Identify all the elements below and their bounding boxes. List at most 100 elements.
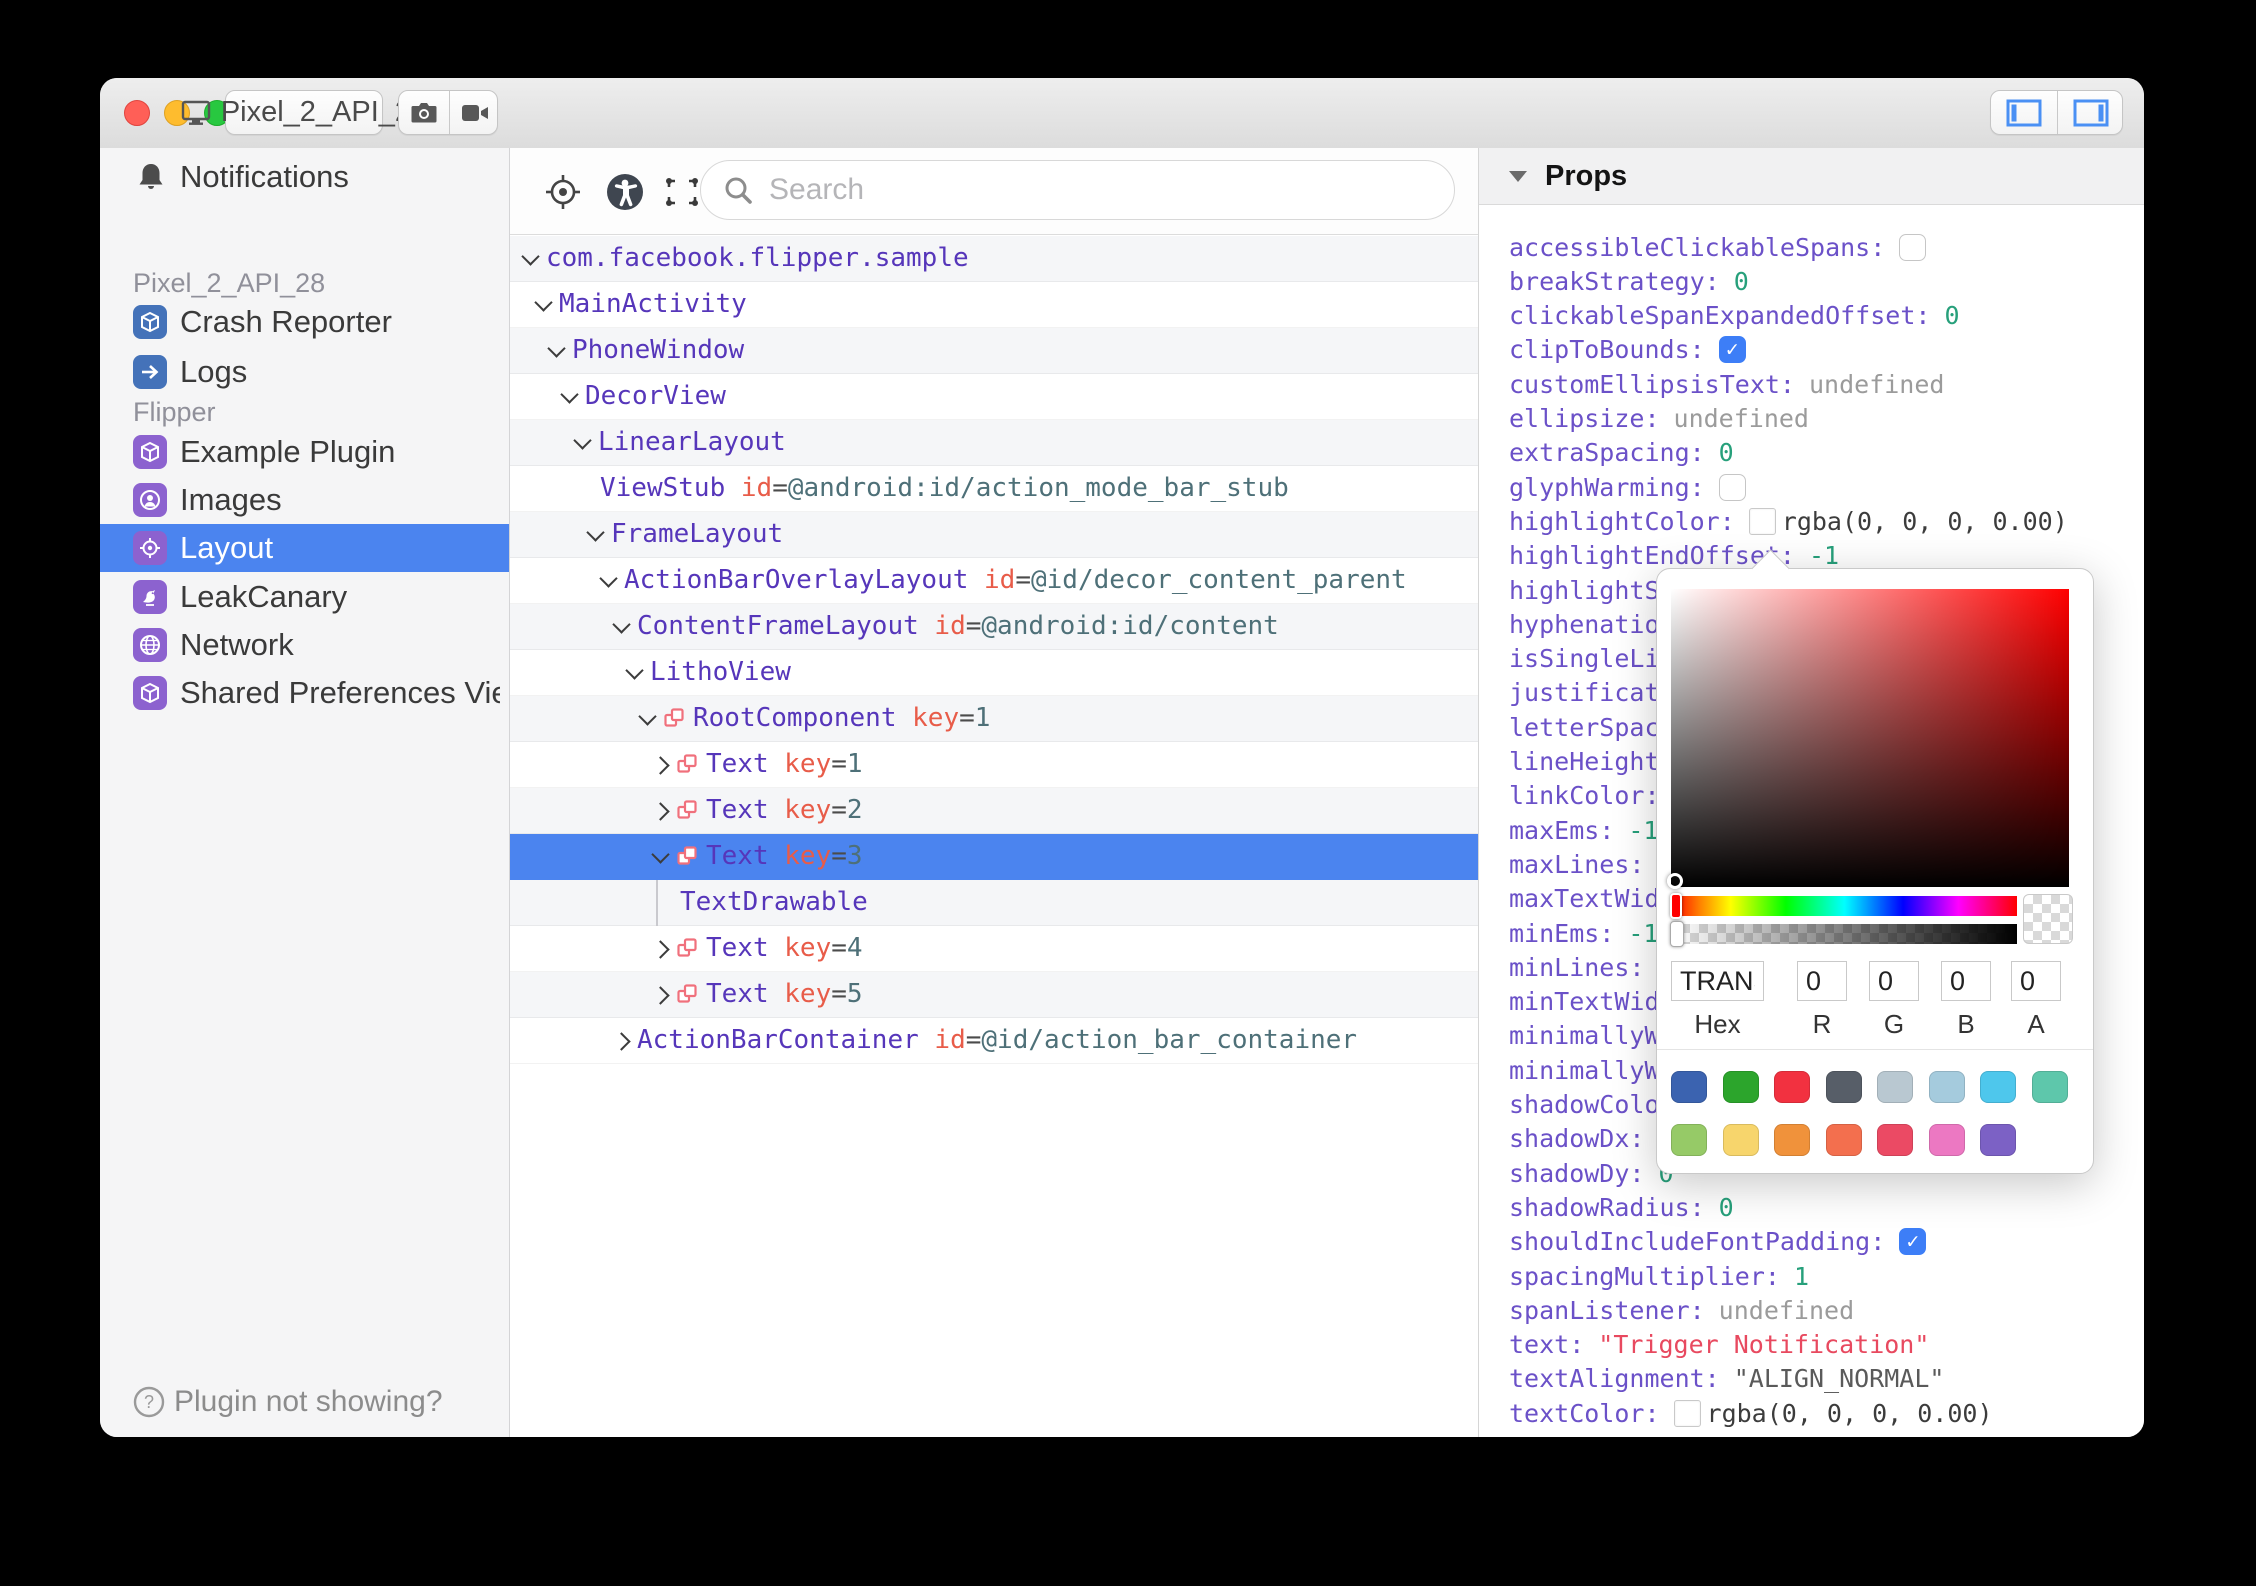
- toggle-left-panel-button[interactable]: [1991, 91, 2057, 134]
- green-input[interactable]: [1869, 961, 1919, 1001]
- chevron-expanded-icon[interactable]: [534, 293, 553, 312]
- accessibility-mode-button[interactable]: [606, 173, 644, 211]
- tree-row-actionbarcontainer[interactable]: ActionBarContainer id=@id/action_bar_con…: [510, 1018, 1478, 1064]
- chevron-expanded-icon[interactable]: [586, 523, 605, 542]
- tree-row-text[interactable]: Text key=1: [510, 742, 1478, 788]
- props-section-header[interactable]: Props: [1479, 148, 2144, 205]
- preset-color-swatch[interactable]: [1877, 1124, 1913, 1156]
- tree-row-actionbaroverlaylayout[interactable]: ActionBarOverlayLayout id=@id/decor_cont…: [510, 558, 1478, 604]
- preset-color-swatch[interactable]: [1825, 1071, 1862, 1103]
- tree-row-text[interactable]: Text key=2: [510, 788, 1478, 834]
- prop-value-number[interactable]: 0: [1719, 438, 1734, 467]
- chevron-expanded-icon[interactable]: [547, 339, 566, 358]
- tree-row-textdrawable[interactable]: TextDrawable: [510, 880, 1478, 926]
- tree-row-linearlayout[interactable]: LinearLayout: [510, 420, 1478, 466]
- chevron-expanded-icon[interactable]: [560, 385, 579, 404]
- preset-color-swatch[interactable]: [1877, 1071, 1913, 1103]
- sidebar-item-crash-reporter[interactable]: Crash Reporter: [100, 298, 509, 346]
- preset-color-swatch[interactable]: [1722, 1071, 1759, 1103]
- prop-value-string[interactable]: "ALIGN_NORMAL": [1734, 1364, 1945, 1393]
- alpha-slider-handle[interactable]: [1670, 921, 1684, 947]
- chevron-collapsed-icon[interactable]: [612, 1032, 631, 1051]
- prop-value-rgba[interactable]: rgba(0, 0, 0, 0.00): [1782, 507, 2068, 536]
- preset-color-swatch[interactable]: [1774, 1124, 1810, 1156]
- target-mode-button[interactable]: [544, 173, 582, 211]
- preset-color-swatch[interactable]: [1928, 1124, 1965, 1156]
- color-swatch-button[interactable]: [1673, 1399, 1701, 1427]
- red-input[interactable]: [1797, 961, 1847, 1001]
- checkbox-unchecked[interactable]: [1718, 473, 1746, 501]
- screenshot-button[interactable]: [399, 91, 449, 134]
- hue-slider[interactable]: [1670, 893, 2017, 919]
- tree-row-contentframelayout[interactable]: ContentFrameLayout id=@android:id/conten…: [510, 604, 1478, 650]
- preset-color-swatch[interactable]: [1774, 1071, 1810, 1103]
- tree-row-rootcomponent[interactable]: RootComponent key=1: [510, 696, 1478, 742]
- tree-row-mainactivity[interactable]: MainActivity: [510, 282, 1478, 328]
- expand-frame-button[interactable]: [663, 173, 701, 211]
- chevron-collapsed-icon[interactable]: [651, 940, 670, 959]
- sidebar-item-example-plugin[interactable]: Example Plugin: [100, 428, 509, 476]
- tree-row-text[interactable]: Text key=5: [510, 972, 1478, 1018]
- sidebar-item-layout[interactable]: Layout: [100, 524, 509, 572]
- tree-row-viewstub[interactable]: ViewStub id=@android:id/action_mode_bar_…: [510, 466, 1478, 512]
- search-input[interactable]: [767, 172, 1411, 208]
- chevron-expanded-icon[interactable]: [521, 247, 540, 266]
- prop-value-number[interactable]: -1: [1809, 541, 1839, 570]
- prop-value-number[interactable]: 0: [1944, 301, 1959, 330]
- prop-value-number[interactable]: 0: [1734, 267, 1749, 296]
- alpha-slider[interactable]: [1670, 921, 2017, 947]
- chevron-expanded-icon[interactable]: [638, 707, 657, 726]
- tree-row-phonewindow[interactable]: PhoneWindow: [510, 328, 1478, 374]
- chevron-expanded-icon[interactable]: [625, 661, 644, 680]
- sidebar-item-network[interactable]: Network: [100, 621, 509, 669]
- tree-row-com-facebook-flipper-sample[interactable]: com.facebook.flipper.sample: [510, 236, 1478, 282]
- preset-color-swatch[interactable]: [2031, 1071, 2068, 1103]
- preset-color-swatch[interactable]: [1928, 1071, 1965, 1103]
- tree-row-lithoview[interactable]: LithoView: [510, 650, 1478, 696]
- close-button[interactable]: [124, 100, 150, 126]
- blue-input[interactable]: [1941, 961, 1991, 1001]
- chevron-expanded-icon[interactable]: [573, 431, 592, 450]
- tree-row-text[interactable]: Text key=4: [510, 926, 1478, 972]
- preset-color-swatch[interactable]: [1980, 1124, 2016, 1156]
- checkbox-checked[interactable]: ✓: [1899, 1228, 1927, 1256]
- checkbox-checked[interactable]: ✓: [1718, 336, 1746, 364]
- chevron-expanded-icon[interactable]: [599, 569, 618, 588]
- tree-row-text[interactable]: Text key=3: [510, 834, 1478, 880]
- preset-color-swatch[interactable]: [1671, 1071, 1707, 1103]
- prop-value-number[interactable]: 1: [1794, 1262, 1809, 1291]
- tree-row-framelayout[interactable]: FrameLayout: [510, 512, 1478, 558]
- sidebar-item-leakcanary[interactable]: LeakCanary: [100, 573, 509, 621]
- toggle-right-panel-button[interactable]: [2057, 91, 2124, 134]
- prop-value-string[interactable]: "Trigger Notification": [1598, 1330, 1929, 1359]
- sidebar-item-images[interactable]: Images: [100, 476, 509, 524]
- prop-value-rgba[interactable]: rgba(0, 0, 0, 0.00): [1707, 1399, 1993, 1428]
- saturation-value-area[interactable]: [1667, 589, 2069, 889]
- sidebar-item-shared-preferences-viewer[interactable]: Shared Preferences Viewer: [100, 669, 509, 717]
- checkbox-unchecked[interactable]: [1899, 233, 1927, 261]
- preset-color-swatch[interactable]: [1722, 1124, 1759, 1156]
- sidebar-item-notifications[interactable]: Notifications: [100, 153, 509, 201]
- chevron-expanded-icon[interactable]: [612, 615, 631, 634]
- sidebar-item-logs[interactable]: Logs: [100, 348, 509, 396]
- preset-color-swatch[interactable]: [1825, 1124, 1862, 1156]
- chevron-collapsed-icon[interactable]: [651, 756, 670, 775]
- tree-row-decorview[interactable]: DecorView: [510, 374, 1478, 420]
- prop-value-number[interactable]: 0: [1719, 1193, 1734, 1222]
- chevron-collapsed-icon[interactable]: [651, 986, 670, 1005]
- color-cursor[interactable]: [1667, 873, 1683, 889]
- preset-color-swatch[interactable]: [1671, 1124, 1707, 1156]
- prop-value-number[interactable]: -1: [1628, 816, 1658, 845]
- color-swatch-button[interactable]: [1748, 507, 1776, 535]
- screen-record-button[interactable]: [449, 91, 500, 134]
- hue-slider-handle[interactable]: [1670, 893, 1682, 919]
- alpha-input[interactable]: [2011, 961, 2061, 1001]
- prop-value-number[interactable]: -1: [1628, 919, 1658, 948]
- preset-color-swatch[interactable]: [1980, 1071, 2016, 1103]
- plugin-help-link[interactable]: ? Plugin not showing?: [100, 1378, 509, 1426]
- chevron-expanded-icon[interactable]: [651, 845, 670, 864]
- device-selector-button[interactable]: Pixel_2_API_28: [181, 90, 427, 135]
- hex-input[interactable]: [1671, 961, 1764, 1001]
- tree-node-label: ContentFrameLayout id=@android:id/conten…: [637, 611, 1279, 641]
- chevron-collapsed-icon[interactable]: [651, 802, 670, 821]
